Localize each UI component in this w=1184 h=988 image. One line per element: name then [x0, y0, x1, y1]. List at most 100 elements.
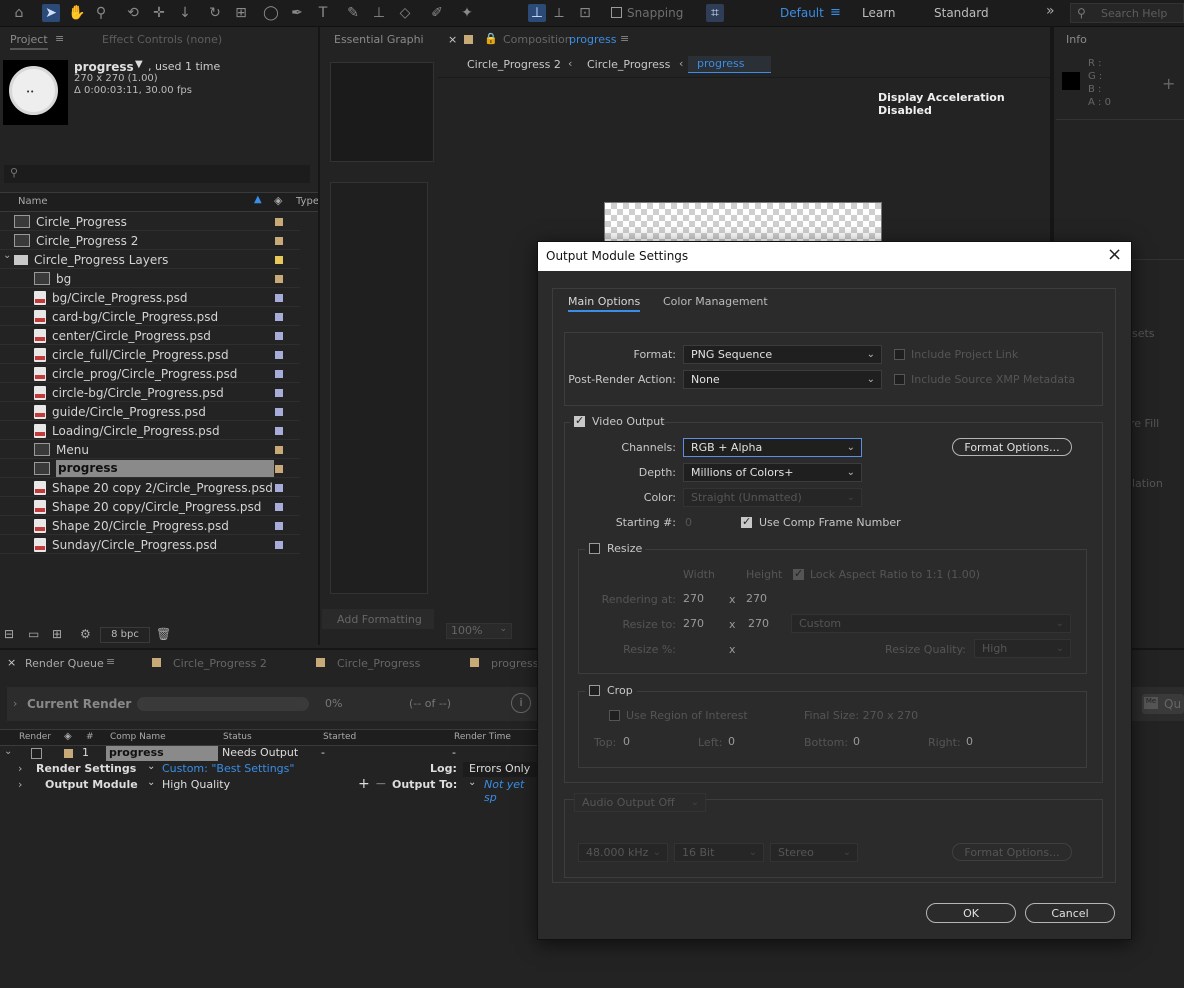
column-render-time[interactable]: Render Time	[454, 732, 511, 742]
audio-format-options-button[interactable]: Format Options...	[952, 843, 1072, 861]
chevron-down-icon[interactable]: ⌄	[4, 746, 12, 757]
panel-menu-icon[interactable]: ≡	[620, 32, 629, 45]
chevron-down-icon[interactable]: ⌄	[3, 250, 11, 261]
view-axis-icon[interactable]: ⊡	[576, 4, 594, 22]
hand-tool-icon[interactable]: ✋	[68, 4, 86, 22]
render-checkbox[interactable]	[31, 748, 42, 759]
column-type[interactable]: Type	[296, 196, 319, 207]
label-swatch[interactable]	[275, 237, 283, 245]
label-swatch[interactable]	[275, 541, 283, 549]
ok-button[interactable]: OK	[926, 903, 1016, 923]
tab-color-management[interactable]: Color Management	[663, 295, 768, 308]
resize-to-width[interactable]: 270	[683, 617, 704, 630]
video-output-checkbox[interactable]	[574, 414, 585, 427]
label-tag-icon[interactable]: ◈	[274, 194, 282, 207]
list-item[interactable]: Loading/Circle_Progress.psd	[0, 421, 318, 440]
add-output-module-icon[interactable]: +	[358, 776, 370, 792]
post-render-select[interactable]: None ⌄	[683, 370, 882, 389]
use-roi-checkbox[interactable]	[609, 710, 620, 721]
resize-to-height[interactable]: 270	[748, 617, 769, 630]
brush-tool-icon[interactable]: ✎	[344, 4, 362, 22]
label-swatch[interactable]	[275, 332, 283, 340]
label-swatch[interactable]	[275, 446, 283, 454]
label-swatch[interactable]	[275, 465, 283, 473]
resize-checkbox[interactable]	[589, 543, 600, 554]
tab-render-queue[interactable]: Render Queue	[25, 657, 104, 670]
list-item[interactable]: card-bg/Circle_Progress.psd	[0, 307, 318, 326]
label-swatch[interactable]	[275, 503, 283, 511]
depth-select[interactable]: Millions of Colors+ ⌄	[683, 463, 862, 482]
column-render[interactable]: Render	[19, 732, 51, 742]
chevron-down-icon[interactable]: ⌄	[468, 777, 476, 788]
composition-canvas[interactable]	[604, 202, 882, 244]
log-select[interactable]: Errors Only	[463, 762, 540, 777]
tab-main-options[interactable]: Main Options	[568, 295, 641, 312]
column-status[interactable]: Status	[223, 732, 252, 742]
table-row[interactable]: ⌄ 1 progress Needs Output - -	[0, 746, 540, 761]
resize-quality-select[interactable]: High ⌄	[974, 639, 1071, 658]
color-select[interactable]: Straight (Unmatted) ⌄	[683, 488, 862, 507]
audio-output-select[interactable]: Audio Output Off ⌄	[574, 793, 706, 812]
chevron-right-icon[interactable]: ›	[13, 697, 17, 710]
ellipse-tool-icon[interactable]: ◯	[262, 4, 280, 22]
label-swatch[interactable]	[275, 351, 283, 359]
trash-icon[interactable]: 🗑	[156, 627, 171, 641]
zoom-select[interactable]: 100% ⌄	[446, 623, 512, 639]
column-comp-name[interactable]: Comp Name	[110, 732, 166, 742]
list-item[interactable]: Shape 20 copy 2/Circle_Progress.psd	[0, 478, 318, 497]
chevron-down-icon[interactable]: ⌄	[147, 777, 155, 788]
label-tag-icon[interactable]: ◈	[64, 731, 72, 742]
label-swatch[interactable]	[275, 522, 283, 530]
workspace-learn[interactable]: Learn	[862, 6, 896, 20]
channels-select[interactable]: RGB + Alpha ⌄	[683, 438, 862, 457]
lock-icon[interactable]: 🔒	[484, 32, 498, 45]
list-item[interactable]: ⌄ Circle_Progress Layers	[0, 250, 318, 269]
tab-project[interactable]: Project	[10, 33, 48, 50]
list-item[interactable]: circle_prog/Circle_Progress.psd	[0, 364, 318, 383]
snap-options-icon[interactable]: ⌗	[706, 4, 724, 22]
list-item[interactable]: Sunday/Circle_Progress.psd	[0, 535, 318, 554]
sort-ascending-icon[interactable]: ▲	[254, 194, 262, 205]
orbit-camera-icon[interactable]: ⟲	[124, 4, 142, 22]
puppet-pin-icon[interactable]: ✦	[458, 4, 476, 22]
pan-camera-icon[interactable]: ✛	[150, 4, 168, 22]
output-module-value[interactable]: High Quality	[162, 778, 230, 791]
list-item[interactable]: circle-bg/Circle_Progress.psd	[0, 383, 318, 402]
workspace-menu-icon[interactable]: ≡	[830, 5, 841, 20]
crop-right-value[interactable]: 0	[966, 735, 973, 748]
panel-menu-icon[interactable]: ≡	[106, 655, 115, 668]
breadcrumb-item[interactable]: Circle_Progress	[587, 58, 670, 71]
splitter[interactable]	[318, 27, 320, 645]
chevron-right-icon[interactable]: ›	[18, 778, 22, 791]
interpret-footage-icon[interactable]: ⊟	[4, 627, 14, 641]
more-workspaces-icon[interactable]: »	[1046, 3, 1055, 19]
type-tool-icon[interactable]: T	[314, 4, 332, 22]
list-item[interactable]: center/Circle_Progress.psd	[0, 326, 318, 345]
timeline-tab[interactable]: Circle_Progress 2	[173, 657, 267, 670]
audio-rate-select[interactable]: 48.000 kHz ⌄	[578, 843, 668, 862]
list-item[interactable]: Circle_Progress	[0, 212, 318, 231]
include-project-link-checkbox[interactable]	[894, 349, 905, 360]
info-icon[interactable]: i	[511, 693, 531, 713]
pan-behind-icon[interactable]: ⊞	[232, 4, 250, 22]
snapping-checkbox[interactable]	[611, 7, 622, 18]
rotation-tool-icon[interactable]: ↻	[206, 4, 224, 22]
crop-left-value[interactable]: 0	[728, 735, 735, 748]
zoom-tool-icon[interactable]: ⚲	[92, 4, 110, 22]
render-item-comp[interactable]: progress	[106, 746, 218, 761]
label-swatch[interactable]	[275, 427, 283, 435]
cancel-button[interactable]: Cancel	[1025, 903, 1115, 923]
label-swatch[interactable]	[275, 275, 283, 283]
item-dropdown-icon[interactable]: ▼	[135, 59, 143, 70]
pen-tool-icon[interactable]: ✒	[288, 4, 306, 22]
resize-preset-select[interactable]: Custom ⌄	[791, 614, 1071, 633]
dolly-camera-icon[interactable]: ↓	[176, 4, 194, 22]
crop-bottom-value[interactable]: 0	[853, 735, 860, 748]
workspace-standard[interactable]: Standard	[934, 6, 989, 20]
world-axis-icon[interactable]: ⟂	[550, 4, 568, 22]
tab-info[interactable]: Info	[1066, 33, 1087, 46]
breadcrumb-current[interactable]: progress	[688, 56, 771, 73]
local-axis-icon[interactable]: ⊥	[528, 4, 546, 22]
close-icon[interactable]: ×	[1107, 244, 1122, 265]
roto-brush-icon[interactable]: ✐	[428, 4, 446, 22]
